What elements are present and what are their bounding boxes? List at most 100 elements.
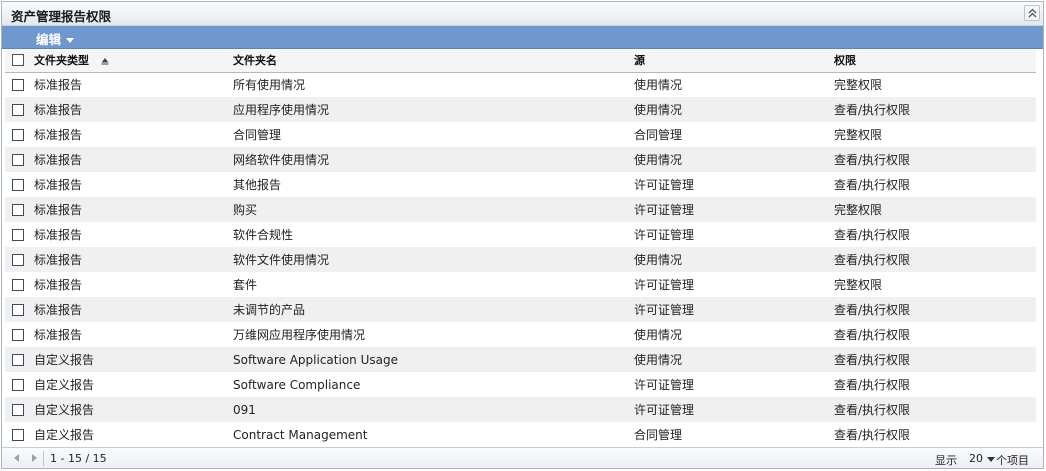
row-checkbox[interactable]: [12, 128, 24, 141]
cell-folder-name: 软件合规性: [233, 228, 294, 242]
column-header-folder-name[interactable]: 文件夹名: [233, 49, 634, 73]
cell-permission: 查看/执行权限: [834, 397, 1036, 422]
column-header-label: 源: [634, 54, 645, 68]
cell-permission: 查看/执行权限: [834, 178, 911, 192]
column-header-source[interactable]: 源: [634, 49, 834, 73]
pager-divider: [43, 451, 44, 466]
cell-folder-type: 标准报告: [34, 78, 83, 93]
panel-header: 资产管理报告权限: [2, 2, 1043, 26]
cell-folder-name: 其他报告: [233, 178, 282, 192]
cell-folder-name: Software Application Usage: [233, 347, 634, 372]
row-checkbox[interactable]: [12, 228, 24, 241]
double-chevron-up-icon: [1028, 8, 1037, 18]
cell-folder-name: 091: [233, 397, 634, 422]
cell-permission: 查看/执行权限: [834, 297, 1036, 322]
table-row[interactable]: 标准报告 应用程序使用情况 使用情况 查看/执行权限: [5, 97, 1036, 122]
cell-folder-name: 套件: [233, 278, 258, 292]
cell-permission: 查看/执行权限: [834, 228, 911, 242]
cell-folder-type: 标准报告: [34, 278, 83, 292]
table-row[interactable]: 标准报告 合同管理 合同管理 完整权限: [5, 122, 1036, 147]
cell-folder-type: 标准报告: [34, 178, 83, 192]
cell-source: 许可证管理: [634, 178, 695, 192]
cell-folder-type: 自定义报告: [34, 428, 95, 442]
row-checkbox[interactable]: [12, 253, 24, 266]
cell-permission: 查看/执行权限: [834, 247, 1036, 272]
collapse-button[interactable]: [1024, 5, 1040, 21]
cell-permission: 完整权限: [834, 197, 1036, 222]
cell-folder-type: 自定义报告: [31, 347, 233, 372]
row-checkbox[interactable]: [12, 428, 24, 441]
table-row[interactable]: 标准报告 万维网应用程序使用情况 使用情况 查看/执行权限: [5, 322, 1036, 347]
cell-source: 使用情况: [634, 328, 683, 342]
row-checkbox[interactable]: [12, 353, 24, 366]
cell-permission: 完整权限: [834, 78, 883, 93]
cell-folder-type: 标准报告: [31, 97, 233, 122]
table-row[interactable]: 标准报告 软件文件使用情况 使用情况 查看/执行权限: [5, 247, 1036, 272]
per-page-value: 20: [969, 452, 983, 465]
column-header-label: 文件夹类型: [34, 54, 89, 68]
select-all-checkbox[interactable]: [12, 54, 24, 67]
cell-folder-type: 标准报告: [31, 297, 233, 322]
cell-permission: 查看/执行权限: [834, 147, 1036, 172]
per-page-select[interactable]: 20: [969, 452, 995, 465]
cell-folder-name: 万维网应用程序使用情况: [233, 328, 366, 342]
row-checkbox[interactable]: [12, 278, 24, 291]
cell-folder-type: 自定义报告: [31, 397, 233, 422]
row-checkbox[interactable]: [12, 203, 24, 216]
cell-permission: 查看/执行权限: [834, 347, 1036, 372]
column-header-label: 文件夹名: [233, 54, 277, 68]
cell-folder-name: 所有使用情况: [233, 78, 306, 93]
row-checkbox[interactable]: [12, 78, 24, 91]
cell-source: 许可证管理: [634, 397, 834, 422]
row-checkbox[interactable]: [12, 403, 24, 416]
cell-folder-type: 标准报告: [34, 328, 83, 342]
cell-source: 许可证管理: [634, 297, 834, 322]
cell-permission: 完整权限: [834, 128, 883, 142]
report-permissions-panel: 资产管理报告权限 编辑 文件夹类型 文件夹名 源 权限 标准报告 所有使用情况 …: [1, 1, 1044, 469]
cell-folder-name: Software Compliance: [233, 377, 361, 392]
column-header-folder-type[interactable]: 文件夹类型: [31, 49, 233, 73]
row-checkbox[interactable]: [12, 178, 24, 191]
table-row[interactable]: 标准报告 未调节的产品 许可证管理 查看/执行权限: [5, 297, 1036, 322]
row-checkbox[interactable]: [12, 328, 24, 341]
table-row[interactable]: 自定义报告 091 许可证管理 查看/执行权限: [5, 397, 1036, 422]
table-row[interactable]: 标准报告 其他报告 许可证管理 查看/执行权限: [5, 172, 1036, 197]
table-row[interactable]: 标准报告 购买 许可证管理 完整权限: [5, 197, 1036, 222]
permissions-table: 文件夹类型 文件夹名 源 权限 标准报告 所有使用情况 使用情况 完整权限 标准报告 应用…: [5, 49, 1036, 447]
triangle-left-icon[interactable]: [12, 453, 22, 463]
table-row[interactable]: 标准报告 软件合规性 许可证管理 查看/执行权限: [5, 222, 1036, 247]
edit-menu[interactable]: 编辑: [36, 29, 75, 48]
cell-folder-type: 标准报告: [31, 247, 233, 272]
cell-folder-name: 应用程序使用情况: [233, 97, 634, 122]
cell-permission: 查看/执行权限: [834, 378, 911, 392]
table-row[interactable]: 标准报告 网络软件使用情况 使用情况 查看/执行权限: [5, 147, 1036, 172]
cell-permission: 查看/执行权限: [834, 328, 911, 342]
page-range: 1 - 15 / 15: [50, 452, 107, 465]
panel-title: 资产管理报告权限: [11, 9, 112, 24]
cell-folder-name: Contract Management: [233, 427, 368, 442]
caret-down-icon: [66, 38, 75, 43]
show-label: 显示: [935, 454, 957, 467]
cell-folder-name: 软件文件使用情况: [233, 247, 634, 272]
cell-folder-type: 自定义报告: [34, 378, 95, 392]
table-row[interactable]: 自定义报告 Software Compliance 许可证管理 查看/执行权限: [5, 372, 1036, 397]
table-row[interactable]: 标准报告 套件 许可证管理 完整权限: [5, 272, 1036, 297]
row-checkbox[interactable]: [12, 103, 24, 116]
cell-source: 合同管理: [634, 128, 683, 142]
cell-permission: 完整权限: [834, 278, 883, 292]
row-checkbox[interactable]: [12, 153, 24, 166]
table-row[interactable]: 自定义报告 Contract Management 合同管理 查看/执行权限: [5, 422, 1036, 447]
column-header-label: 权限: [834, 54, 856, 68]
row-checkbox[interactable]: [12, 378, 24, 391]
cell-source: 合同管理: [634, 428, 683, 442]
row-checkbox[interactable]: [12, 303, 24, 316]
column-header-permission[interactable]: 权限: [834, 49, 1036, 73]
table-footer: 1 - 15 / 15 显示 20 个项目: [2, 447, 1043, 468]
sort-ascending-icon: [101, 58, 109, 65]
cell-folder-name: 网络软件使用情况: [233, 147, 634, 172]
triangle-right-icon[interactable]: [29, 453, 39, 463]
table-row[interactable]: 标准报告 所有使用情况 使用情况 完整权限: [5, 72, 1036, 97]
toolbar: 编辑: [2, 26, 1043, 49]
table-row[interactable]: 自定义报告 Software Application Usage 使用情况 查看/执行…: [5, 347, 1036, 372]
items-label: 个项目: [996, 454, 1029, 467]
